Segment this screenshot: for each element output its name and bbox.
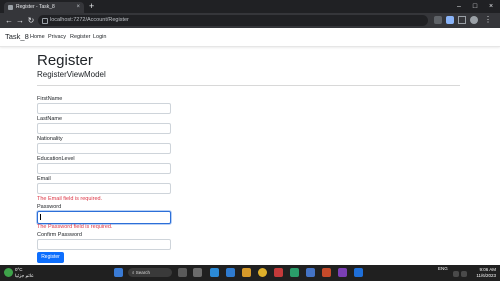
- clock-date: 11/6/2023: [476, 273, 496, 278]
- visual-studio-icon[interactable]: [338, 268, 347, 277]
- search-placeholder: Search: [135, 270, 151, 275]
- firstname-label: FirstName: [37, 96, 63, 102]
- app-green-icon[interactable]: [290, 268, 299, 277]
- password-error: The Password field is required.: [37, 224, 113, 230]
- search-icon: ⌕: [132, 270, 135, 275]
- lastname-label: LastName: [37, 116, 63, 122]
- email-input[interactable]: [37, 183, 171, 194]
- weather-icon[interactable]: [4, 268, 13, 277]
- password-input[interactable]: [37, 211, 171, 224]
- forward-button[interactable]: →: [15, 13, 25, 28]
- start-windows-icon[interactable]: [114, 268, 123, 277]
- reload-button[interactable]: ↻: [26, 13, 36, 28]
- avatar-icon[interactable]: [470, 16, 478, 24]
- new-tab-button[interactable]: +: [89, 1, 94, 12]
- nav-link-register[interactable]: Register: [70, 28, 90, 46]
- navbar-brand[interactable]: Task_8: [5, 28, 29, 46]
- taskbar-search[interactable]: ⌕ Search: [128, 268, 172, 277]
- extension-icon[interactable]: [434, 16, 442, 24]
- page-subtitle: RegisterViewModel: [37, 70, 106, 79]
- lastname-input[interactable]: [37, 123, 171, 134]
- profile-extension-icon[interactable]: [446, 16, 454, 24]
- widgets-icon[interactable]: [193, 268, 202, 277]
- sidebar-icon[interactable]: [458, 16, 466, 24]
- password-label: Password: [37, 204, 62, 210]
- vscode-icon[interactable]: [210, 268, 219, 277]
- app-red-icon[interactable]: [274, 268, 283, 277]
- address-url[interactable]: localhost:7272/Account/Register: [50, 15, 129, 26]
- browser-tab[interactable]: Register - Task_8 ×: [4, 2, 84, 13]
- tab-favicon-icon: [8, 5, 13, 10]
- page-title: Register: [37, 52, 93, 69]
- tab-close-icon[interactable]: ×: [76, 2, 80, 13]
- edge-icon[interactable]: [226, 268, 235, 277]
- educationlevel-label: EducationLevel: [37, 156, 75, 162]
- nav-link-login[interactable]: Login: [93, 28, 106, 46]
- site-info-icon[interactable]: [42, 18, 48, 24]
- confirm-password-input[interactable]: [37, 239, 171, 250]
- register-button[interactable]: Register: [37, 252, 64, 263]
- back-button[interactable]: ←: [4, 13, 14, 28]
- maximize-button[interactable]: □: [468, 0, 482, 13]
- word-icon[interactable]: [306, 268, 315, 277]
- nationality-label: Nationality: [37, 136, 63, 142]
- tray-language[interactable]: ENG: [438, 266, 448, 272]
- powerpoint-icon[interactable]: [322, 268, 331, 277]
- app-blue-icon[interactable]: [354, 268, 363, 277]
- firstname-input[interactable]: [37, 103, 171, 114]
- window-close-button[interactable]: ×: [484, 0, 498, 13]
- taskbar-clock[interactable]: 9:06 AM 11/6/2023: [470, 267, 496, 279]
- minimize-button[interactable]: –: [452, 0, 466, 13]
- divider: [37, 85, 460, 86]
- chrome-icon[interactable]: [258, 268, 267, 277]
- weather-desc: غائم جزئيا: [15, 272, 34, 278]
- email-label: Email: [37, 176, 51, 182]
- educationlevel-input[interactable]: [37, 163, 171, 174]
- nav-link-home[interactable]: Home: [30, 28, 45, 46]
- menu-kebab-icon[interactable]: ⋮: [484, 16, 492, 24]
- file-explorer-icon[interactable]: [242, 268, 251, 277]
- nationality-input[interactable]: [37, 143, 171, 154]
- wifi-icon[interactable]: [453, 271, 459, 277]
- confirm-password-label: Confirm Password: [37, 232, 82, 238]
- nav-link-privacy[interactable]: Privacy: [48, 28, 66, 46]
- tab-title: Register - Task_8: [16, 4, 55, 10]
- weather-widget[interactable]: 0°C غائم جزئيا: [15, 267, 33, 278]
- email-error: The Email field is required.: [37, 196, 103, 202]
- text-caret: [40, 214, 41, 220]
- volume-icon[interactable]: [461, 271, 467, 277]
- task-view-icon[interactable]: [178, 268, 187, 277]
